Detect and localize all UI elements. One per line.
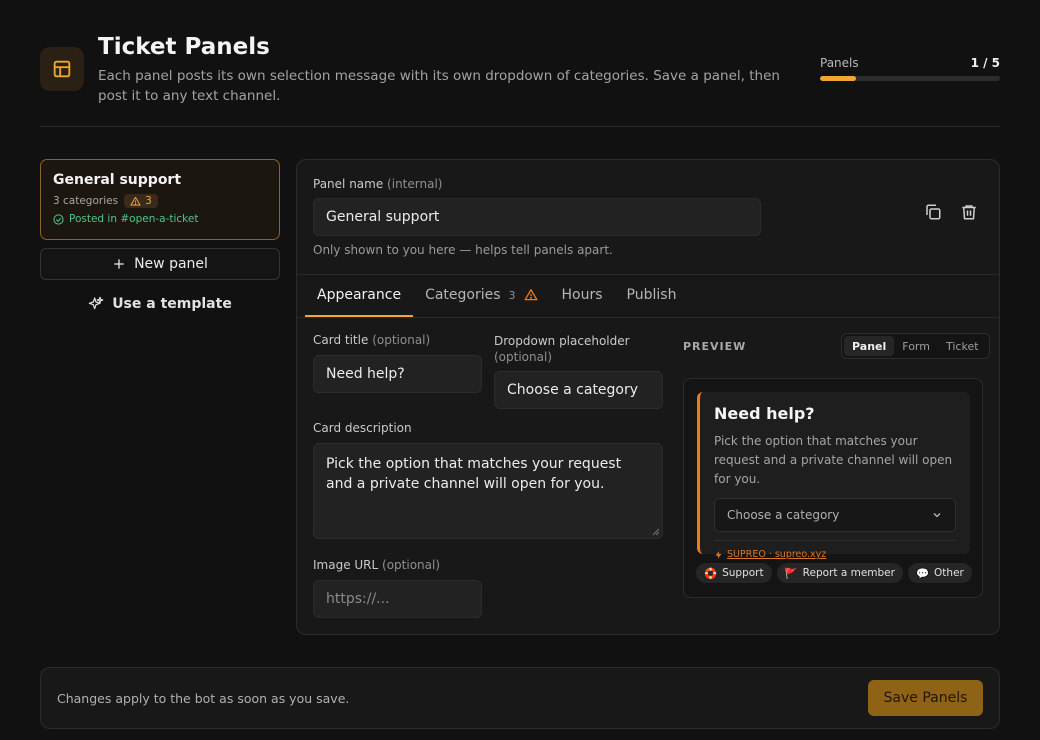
preview-brand-link[interactable]: SUPREO · supreo.xyz [714,549,956,560]
preview-mode-panel[interactable]: Panel [844,336,895,356]
preview-card-title: Need help? [714,404,815,423]
panel-name-label-note: (internal) [387,177,443,191]
panel-name-help: Only shown to you here — helps tell pane… [313,243,613,257]
preview-mode-ticket[interactable]: Ticket [938,336,987,356]
chevron-down-icon [933,513,941,518]
panel-name-input[interactable]: General support [313,198,761,236]
red-flag-icon: 🚩 [784,567,798,580]
posted-channel-text: Posted in #open-a-ticket [69,213,199,225]
panel-editor: Panel name (internal) General support On… [296,159,1000,635]
panel-counter: Panels 1 / 5 [820,56,1000,81]
dropdown-placeholder-input[interactable]: Choose a category [494,371,663,409]
preview-select-placeholder: Choose a category [727,508,840,522]
warning-badge: 3 [124,194,158,208]
copy-icon [926,204,941,220]
dropdown-placeholder-label: Dropdown placeholder (optional) [494,333,664,365]
speech-bubble-icon: 💬 [915,567,930,580]
use-template-button[interactable]: Use a template [40,288,280,320]
panel-name-label-text: Panel name [313,177,384,191]
dropdown-placeholder-label-text: Dropdown placeholder [494,334,630,348]
header-divider [40,126,1000,127]
preview-brand-text: SUPREO · supreo.xyz [727,549,827,560]
tab-categories-label: Categories [425,287,501,303]
warning-count: 3 [145,195,152,207]
preview-card-divider [714,540,956,541]
preview-label: PREVIEW [683,340,747,353]
preview-card-description: Pick the option that matches your reques… [714,434,953,486]
preview-chip-label: Report a member [802,567,895,579]
image-url-label-text: Image URL [313,558,379,572]
dropdown-placeholder-label-note: (optional) [494,350,552,364]
panel-counter-value: 1 / 5 [970,56,1000,70]
card-title-label: Card title (optional) [313,333,430,347]
delete-panel-button[interactable] [957,200,981,224]
preview-category-select[interactable]: Choose a category [714,498,956,532]
plus-icon [114,259,124,269]
card-title-label-text: Card title [313,333,369,347]
preview-mode-form[interactable]: Form [894,336,938,356]
trash-icon [962,205,976,220]
lightning-icon [715,550,722,559]
panel-counter-bar [820,76,1000,81]
tab-categories[interactable]: Categories 3 [413,275,549,317]
resize-handle-icon[interactable] [652,528,660,536]
panel-list-item-categories: 3 categories [53,195,119,207]
image-url-label-note: (optional) [382,558,441,572]
new-panel-label: New panel [134,256,208,272]
preview-chip-other[interactable]: 💬 Other [907,563,972,583]
preview-card: Need help? Pick the option that matches … [697,392,970,560]
preview-chip-support[interactable]: 🛟 Support [696,563,772,583]
tab-categories-count: 3 [508,288,516,302]
save-panels-button[interactable]: Save Panels [868,680,983,716]
preview-box: Need help? Pick the option that matches … [683,378,983,598]
card-description-label: Card description [313,421,412,435]
page-title: Ticket Panels [98,34,270,60]
lifebuoy-icon: 🛟 [704,567,718,580]
tab-publish-label: Publish [626,287,677,303]
preview-chip-label: Other [934,567,964,579]
preview-chip-report-a-member[interactable]: 🚩 Report a member [776,563,903,583]
tab-appearance[interactable]: Appearance [305,275,414,317]
check-circle-icon [53,213,64,225]
warning-icon [524,289,538,301]
card-title-input[interactable]: Need help? [313,355,482,393]
panel-counter-label: Panels [820,56,859,70]
panel-counter-bar-fill [820,76,856,81]
editor-tabs: Appearance Categories 3 Hours Publish [297,274,999,318]
panel-name-label: Panel name (internal) [313,177,442,191]
card-description-textarea[interactable]: Pick the option that matches your reques… [313,443,663,539]
tab-appearance-label: Appearance [317,287,402,303]
tab-publish[interactable]: Publish [615,275,689,317]
image-url-input[interactable]: https://... [313,580,482,618]
card-description-text: Pick the option that matches your reques… [326,456,622,492]
use-template-label: Use a template [112,296,232,312]
save-footer: Changes apply to the bot as soon as you … [40,667,1000,729]
tab-hours[interactable]: Hours [550,275,615,317]
panel-list-item-general-support[interactable]: General support 3 categories 3 Posted in… [40,159,280,240]
new-panel-button[interactable]: New panel [40,248,280,280]
preview-category-chips: 🛟 Support 🚩 Report a member 💬 Other [696,563,972,583]
image-url-label: Image URL (optional) [313,558,440,572]
ticket-panels-logo-icon [40,47,84,91]
preview-mode-switch: Panel Form Ticket [841,333,990,359]
panel-list-item-title: General support [53,172,182,188]
sparkles-icon [88,296,104,310]
page-subtitle: Each panel posts its own selection messa… [98,68,780,104]
warning-icon [130,196,141,206]
save-footer-text: Changes apply to the bot as soon as you … [57,691,350,706]
preview-chip-label: Support [722,567,764,579]
duplicate-panel-button[interactable] [921,200,945,224]
tab-hours-label: Hours [561,287,603,303]
card-title-label-note: (optional) [372,333,431,347]
